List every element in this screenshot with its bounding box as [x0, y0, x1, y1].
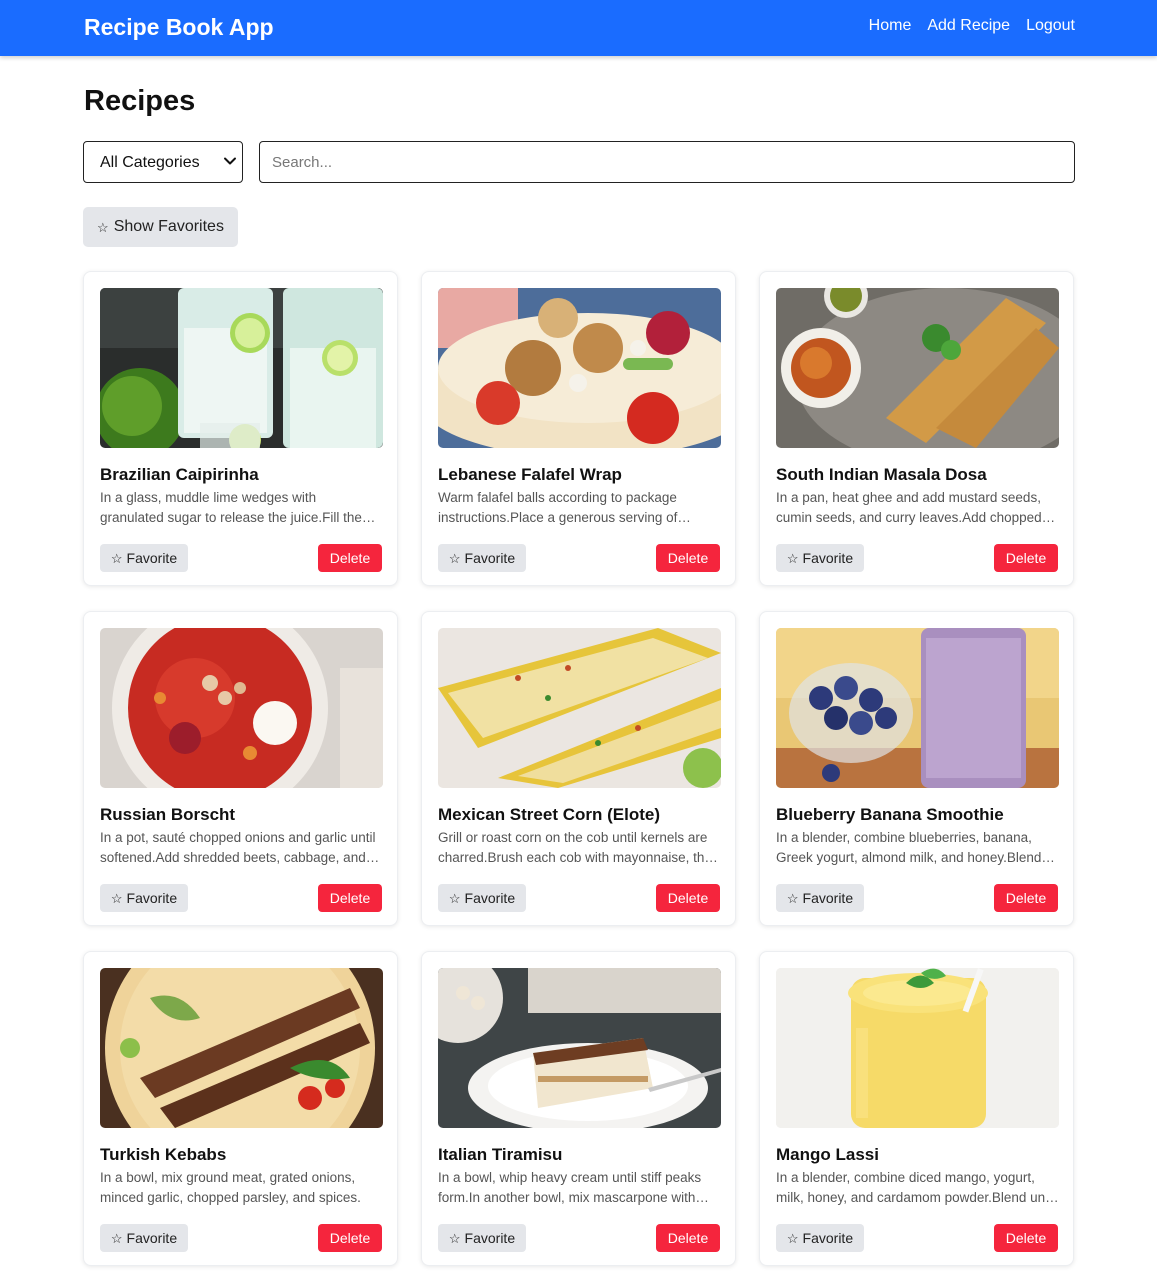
kebabs-photo — [100, 968, 383, 1128]
delete-button[interactable]: Delete — [656, 544, 720, 572]
favorite-label: Favorite — [464, 890, 516, 906]
favorite-button[interactable]: ☆ Favorite — [100, 1224, 188, 1252]
recipe-title: Blueberry Banana Smoothie — [776, 805, 1004, 824]
delete-button[interactable]: Delete — [656, 1224, 720, 1252]
recipe-description: In a pot, sauté chopped onions and garli… — [100, 830, 376, 865]
recipe-image — [100, 628, 383, 788]
delete-button[interactable]: Delete — [656, 884, 720, 912]
recipe-description: In a blender, combine diced mango, yogur… — [776, 1170, 1055, 1205]
favorite-label: Favorite — [802, 890, 854, 906]
star-outline-icon: ☆ — [448, 890, 461, 906]
recipe-image — [100, 968, 383, 1128]
recipe-title: South Indian Masala Dosa — [776, 465, 987, 484]
falafel-wrap-photo — [438, 288, 721, 448]
smoothie-photo — [776, 628, 1059, 788]
favorite-label: Favorite — [802, 550, 854, 566]
recipe-card: South Indian Masala Dosa In a pan, heat … — [759, 271, 1074, 586]
nav-link-logout[interactable]: Logout — [1026, 16, 1075, 36]
recipe-card: Russian Borscht In a pot, sauté chopped … — [83, 611, 398, 926]
star-outline-icon: ☆ — [110, 550, 123, 566]
star-outline-icon: ☆ — [786, 890, 799, 906]
recipe-card: Mango Lassi In a blender, combine diced … — [759, 951, 1074, 1266]
caipirinha-photo — [100, 288, 383, 448]
recipe-description: In a glass, muddle lime wedges with gran… — [100, 490, 362, 525]
search-input[interactable] — [259, 141, 1075, 183]
delete-button[interactable]: Delete — [994, 884, 1058, 912]
recipe-image — [776, 968, 1059, 1128]
favorite-button[interactable]: ☆ Favorite — [776, 544, 864, 572]
star-outline-icon: ☆ — [110, 1230, 123, 1246]
recipe-title: Lebanese Falafel Wrap — [438, 465, 622, 484]
mango-lassi-photo — [776, 968, 1059, 1128]
favorite-label: Favorite — [802, 1230, 854, 1246]
recipe-title: Mexican Street Corn (Elote) — [438, 805, 660, 824]
star-outline-icon: ☆ — [110, 890, 123, 906]
nav-links: Home Add Recipe Logout — [869, 16, 1075, 36]
star-outline-icon: ☆ — [786, 1230, 799, 1246]
star-outline-icon: ☆ — [448, 550, 461, 566]
recipe-image — [438, 628, 721, 788]
favorite-button[interactable]: ☆ Favorite — [776, 884, 864, 912]
show-favorites-label: Show Favorites — [113, 218, 224, 235]
recipe-description: In a bowl, mix ground meat, grated onion… — [100, 1170, 361, 1205]
delete-button[interactable]: Delete — [318, 884, 382, 912]
nav-link-add-recipe[interactable]: Add Recipe — [927, 16, 1010, 36]
masala-dosa-photo — [776, 288, 1059, 448]
star-outline-icon: ☆ — [786, 550, 799, 566]
favorite-button[interactable]: ☆ Favorite — [438, 544, 526, 572]
favorite-button[interactable]: ☆ Favorite — [438, 1224, 526, 1252]
recipe-description: Warm falafel balls according to package … — [438, 490, 678, 525]
recipe-image — [438, 288, 721, 448]
recipe-description: In a blender, combine blueberries, banan… — [776, 830, 1042, 865]
favorite-label: Favorite — [464, 1230, 516, 1246]
recipe-title: Brazilian Caipirinha — [100, 465, 259, 484]
favorite-label: Favorite — [126, 890, 178, 906]
recipe-card: Italian Tiramisu In a bowl, whip heavy c… — [421, 951, 736, 1266]
category-select[interactable] — [83, 141, 243, 183]
page-title: Recipes — [84, 85, 196, 117]
star-outline-icon: ☆ — [97, 219, 109, 235]
favorite-button[interactable]: ☆ Favorite — [776, 1224, 864, 1252]
recipe-card: Mexican Street Corn (Elote) Grill or roa… — [421, 611, 736, 926]
recipe-grid: Brazilian Caipirinha In a glass, muddle … — [83, 271, 1075, 1266]
favorite-label: Favorite — [126, 550, 178, 566]
nav-link-home[interactable]: Home — [869, 16, 912, 36]
favorite-button[interactable]: ☆ Favorite — [100, 884, 188, 912]
recipe-card: Brazilian Caipirinha In a glass, muddle … — [83, 271, 398, 586]
recipe-description: In a pan, heat ghee and add mustard seed… — [776, 490, 1042, 525]
elote-photo — [438, 628, 721, 788]
recipe-card: Blueberry Banana Smoothie In a blender, … — [759, 611, 1074, 926]
recipe-card: Lebanese Falafel Wrap Warm falafel balls… — [421, 271, 736, 586]
favorite-button[interactable]: ☆ Favorite — [438, 884, 526, 912]
recipe-title: Mango Lassi — [776, 1145, 879, 1164]
favorite-button[interactable]: ☆ Favorite — [100, 544, 188, 572]
delete-button[interactable]: Delete — [318, 544, 382, 572]
recipe-image — [776, 628, 1059, 788]
brand-title[interactable]: Recipe Book App — [84, 12, 274, 42]
favorite-label: Favorite — [126, 1230, 178, 1246]
recipe-title: Italian Tiramisu — [438, 1145, 563, 1164]
recipe-title: Russian Borscht — [100, 805, 236, 824]
favorite-label: Favorite — [464, 550, 516, 566]
recipe-title: Turkish Kebabs — [100, 1145, 227, 1164]
star-outline-icon: ☆ — [448, 1230, 461, 1246]
delete-button[interactable]: Delete — [994, 544, 1058, 572]
recipe-description: In a bowl, whip heavy cream until stiff … — [438, 1170, 702, 1205]
show-favorites-button[interactable]: ☆ Show Favorites — [83, 207, 238, 247]
borscht-photo — [100, 628, 383, 788]
recipe-image — [100, 288, 383, 448]
top-navbar: Recipe Book App Home Add Recipe Logout — [0, 0, 1157, 56]
tiramisu-photo — [438, 968, 721, 1128]
delete-button[interactable]: Delete — [994, 1224, 1058, 1252]
recipe-card: Turkish Kebabs In a bowl, mix ground mea… — [83, 951, 398, 1266]
recipe-image — [438, 968, 721, 1128]
recipe-description: Grill or roast corn on the cob until ker… — [438, 830, 720, 865]
recipe-image — [776, 288, 1059, 448]
delete-button[interactable]: Delete — [318, 1224, 382, 1252]
